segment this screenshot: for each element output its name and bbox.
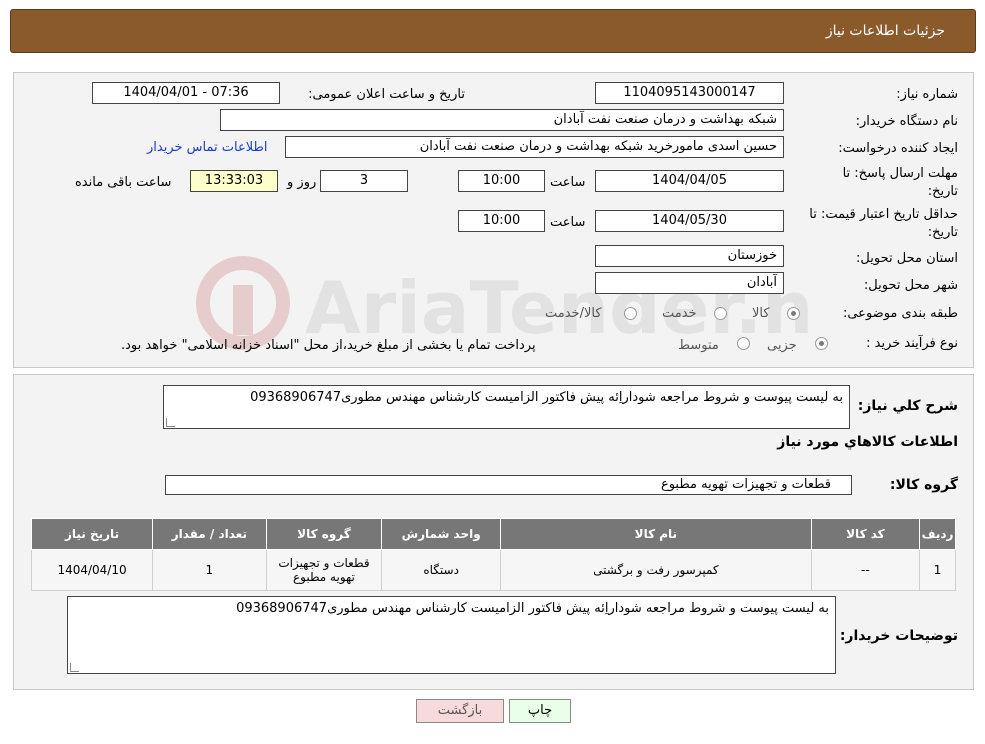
- col-header-group: گروه کالا: [265, 518, 383, 550]
- buyer-notes-label: توضیحات خریدار:: [839, 628, 958, 644]
- table-row[interactable]: 1 -- کمپرسور رفت و برگشتی دستگاه قطعات و…: [30, 549, 956, 591]
- category-option-goods: کالا: [752, 306, 770, 321]
- items-table: ردیف کد کالا نام کالا واحد شمارش گروه کا…: [30, 518, 956, 591]
- col-header-row: ردیف: [919, 518, 956, 550]
- col-header-qty: تعداد / مقدار: [152, 518, 267, 550]
- print-button[interactable]: چاپ: [509, 699, 571, 723]
- reply-deadline-label: مهلت ارسال پاسخ: تا تاریخ:: [842, 166, 958, 199]
- category-radio-goods[interactable]: [787, 307, 800, 320]
- validity-time-label: ساعت: [550, 215, 586, 230]
- col-header-code: کد کالا: [810, 518, 921, 550]
- remaining-label: ساعت باقی مانده: [75, 175, 172, 190]
- buyer-notes-field[interactable]: به لیست پیوست و شروط مراجعه شوداراِئه پی…: [67, 596, 836, 674]
- process-note: پرداخت تمام یا بخشی از مبلغ خرید،از محل …: [121, 338, 536, 353]
- process-radio-minor[interactable]: [815, 337, 828, 350]
- need-number-label: شماره نیاز:: [896, 87, 958, 102]
- cell-qty: 1: [152, 549, 267, 591]
- announce-label: تاریخ و ساعت اعلان عمومی:: [308, 87, 465, 102]
- category-label: طبقه بندی موضوعی:: [842, 306, 958, 321]
- city-field: آبادان: [595, 272, 784, 294]
- validity-date-field: 1404/05/30: [595, 210, 784, 232]
- goods-info-title: اطلاعات کالاهاي مورد نیاز: [777, 434, 958, 450]
- reply-date-field: 1404/04/05: [595, 170, 784, 192]
- description-text: به لیست پیوست و شروط مراجعه شوداراِئه پی…: [250, 390, 843, 405]
- goods-group-label: گروه کالا:: [889, 477, 958, 493]
- requester-label: ایجاد کننده درخواست:: [838, 141, 958, 156]
- table-header-row: ردیف کد کالا نام کالا واحد شمارش گروه کا…: [30, 518, 956, 550]
- description-label: شرح کلي نیاز:: [857, 398, 958, 414]
- requester-field: حسین اسدی مامورخرید شبکه بهداشت و درمان …: [285, 136, 784, 158]
- buyer-org-label: نام دستگاه خریدار:: [855, 114, 958, 129]
- category-option-service: خدمت: [662, 306, 697, 321]
- category-radio-goods-service[interactable]: [624, 307, 637, 320]
- description-field[interactable]: به لیست پیوست و شروط مراجعه شوداراِئه پی…: [163, 385, 850, 429]
- process-label: نوع فرآیند خرید :: [866, 336, 958, 351]
- buyer-org-field: شبکه بهداشت و درمان صنعت نفت آبادان: [220, 109, 784, 131]
- category-option-goods-service: کالا/خدمت: [545, 306, 602, 321]
- contact-buyer-link[interactable]: اطلاعات تماس خریدار: [147, 140, 267, 155]
- cell-name: کمپرسور رفت و برگشتی: [499, 549, 812, 591]
- cell-row: 1: [919, 549, 956, 591]
- process-option-minor: جزیی: [767, 338, 797, 353]
- goods-group-field: قطعات و تجهیزات تهویه مطبوع: [165, 475, 852, 495]
- province-field: خوزستان: [595, 245, 784, 267]
- announce-field: 1404/04/01 - 07:36: [92, 82, 280, 104]
- col-header-date: تاریخ نیاز: [30, 518, 154, 550]
- days-label: روز و: [287, 175, 317, 190]
- cell-code: --: [810, 549, 921, 591]
- reply-time-field: 10:00: [458, 170, 545, 192]
- remaining-time-field: 13:33:03: [190, 170, 278, 192]
- page-title-bar: جزئیات اطلاعات نیاز: [10, 9, 976, 53]
- validity-label: حداقل تاریخ اعتبار قیمت: تا تاریخ:: [809, 207, 958, 240]
- province-label: استان محل تحویل:: [856, 251, 958, 266]
- resize-handle-icon[interactable]: [70, 663, 79, 672]
- process-option-medium: متوسط: [678, 338, 719, 353]
- need-number-field: 1104095143000147: [595, 82, 784, 104]
- cell-group: قطعات و تجهیزات تهویه مطبوع: [265, 549, 383, 591]
- validity-time-field: 10:00: [458, 210, 545, 232]
- resize-handle-icon[interactable]: [166, 418, 175, 427]
- col-header-unit: واحد شمارش: [381, 518, 501, 550]
- category-radio-service[interactable]: [714, 307, 727, 320]
- city-label: شهر محل تحویل:: [863, 278, 958, 293]
- page-title: جزئیات اطلاعات نیاز: [825, 23, 945, 39]
- process-radio-medium[interactable]: [737, 337, 750, 350]
- days-field: 3: [320, 170, 408, 192]
- cell-unit: دستگاه: [381, 549, 501, 591]
- back-button[interactable]: بازگشت: [416, 699, 504, 723]
- buyer-notes-text: به لیست پیوست و شروط مراجعه شوداراِئه پی…: [236, 601, 829, 616]
- cell-date: 1404/04/10: [30, 549, 154, 591]
- col-header-name: نام کالا: [499, 518, 812, 550]
- reply-time-label: ساعت: [550, 175, 586, 190]
